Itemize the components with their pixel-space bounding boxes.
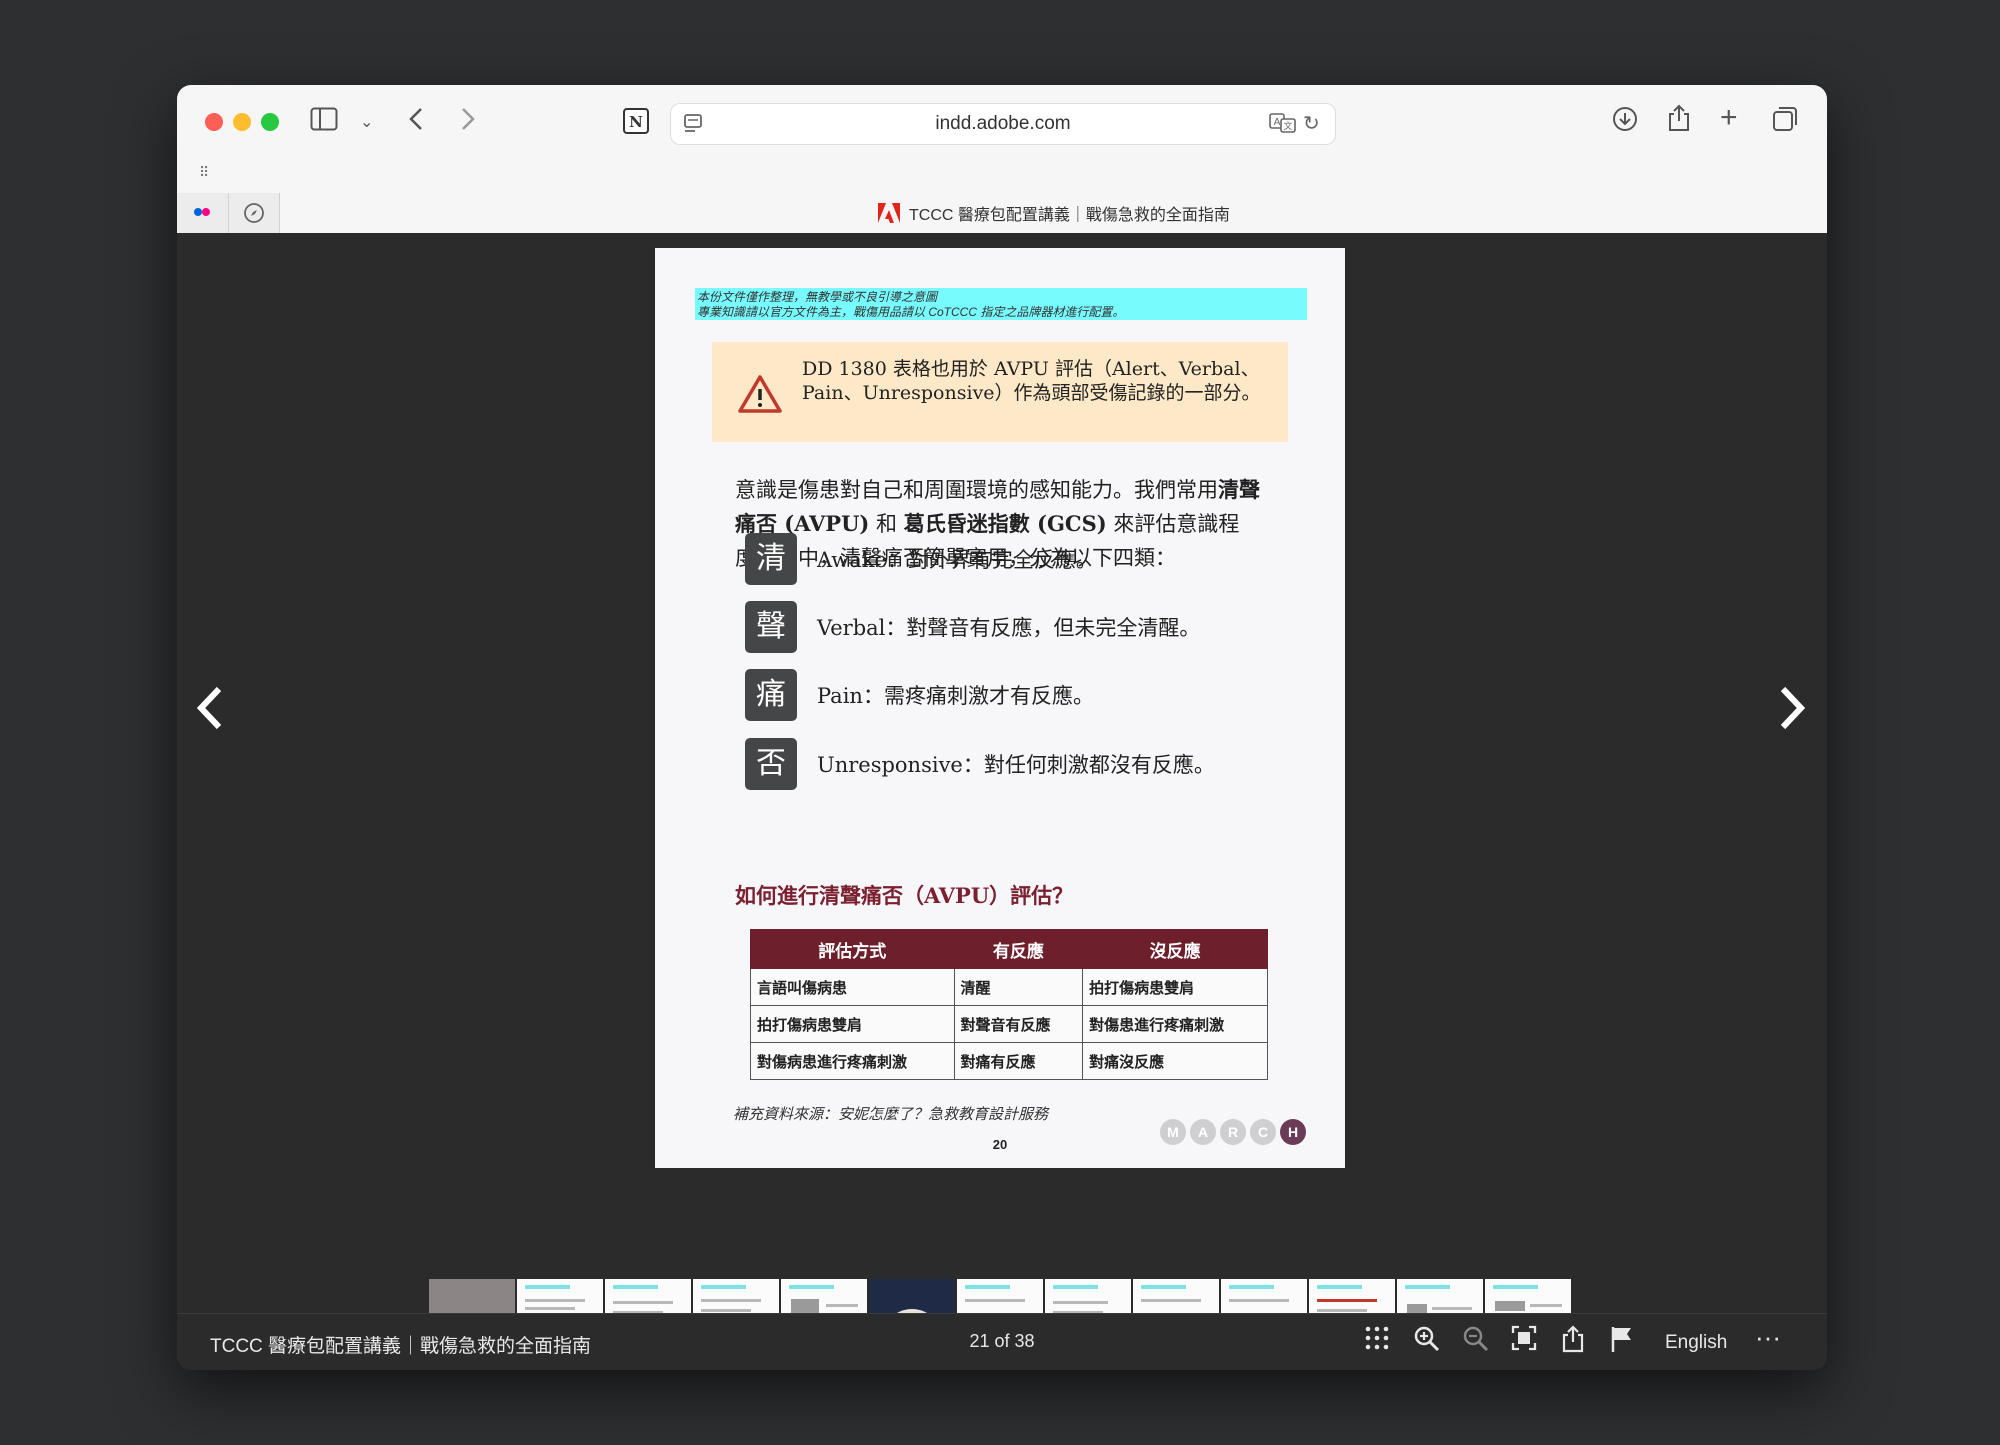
zoom-out-icon[interactable] [1462,1325,1490,1360]
table-cell: 對傷病患進行疼痛刺激 [750,1042,955,1080]
tabs-overview-icon[interactable] [1771,105,1799,139]
minimize-window-button[interactable] [233,113,251,131]
url-bar[interactable]: indd.adobe.com A文 ↻ [670,103,1336,145]
fullscreen-icon[interactable] [1511,1325,1537,1358]
avpu-table: 評估方式 有反應 沒反應 言語叫傷病患 清醒 拍打傷病患雙肩 拍打傷病患雙肩 對… [750,929,1268,1080]
zoom-in-icon[interactable] [1413,1325,1441,1360]
table-row: 拍打傷病患雙肩 對聲音有反應 對傷患進行疼痛刺激 [750,1005,1268,1043]
share-icon[interactable] [1666,103,1692,139]
table-cell: 對痛沒反應 [1082,1042,1268,1080]
language-selector[interactable]: English [1665,1332,1727,1354]
download-icon[interactable] [1611,105,1639,139]
sidebar-icon[interactable] [309,107,339,137]
tab-title-text: TCCC 醫療包配置講義｜戰傷急救的全面指南 [909,207,1230,224]
level-pain-icon: 痛 [745,669,797,721]
browser-toolbar: ⌄ N indd.adobe.com A文 ↻ + ⠿ TCCC 醫療包配置講義… [177,85,1827,234]
section-subheading: 如何進行清聲痛否（AVPU）評估？ [735,883,1074,908]
table-header: 有反應 [953,929,1084,969]
warning-icon [738,374,782,419]
document-viewer: 本份文件僅作整理，無教學或不良引導之意圖 專業知識請以官方文件為主，戰傷用品請以… [177,233,1827,1370]
table-cell: 對痛有反應 [953,1042,1084,1080]
level-verbal: 聲 Verbal：對聲音有反應，但未完全清醒。 [745,601,1285,653]
more-icon[interactable]: ··· [1755,1322,1781,1353]
chevron-down-icon[interactable]: ⌄ [360,108,373,138]
level-verbal-icon: 聲 [745,601,797,653]
table-cell: 對聲音有反應 [953,1005,1084,1043]
viewer-bottom-bar: TCCC 醫療包配置講義｜戰傷急救的全面指南 21 of 38 English … [177,1313,1827,1370]
flickr-icon[interactable] [192,205,212,224]
grid-view-icon[interactable] [1364,1325,1390,1358]
compass-icon[interactable] [243,202,265,229]
back-icon[interactable] [407,105,425,139]
level-unresponsive: 否 Unresponsive：對任何刺激都沒有反應。 [745,738,1285,790]
table-cell: 拍打傷病患雙肩 [750,1005,955,1043]
table-row: 對傷病患進行疼痛刺激 對痛有反應 對痛沒反應 [750,1042,1268,1080]
document-page: 本份文件僅作整理，無教學或不良引導之意圖 專業知識請以官方文件為主，戰傷用品請以… [655,248,1345,1168]
svg-text:A: A [1274,117,1281,128]
level-pain: 痛 Pain：需疼痛刺激才有反應。 [745,669,1285,721]
notion-icon[interactable]: N [622,107,650,141]
adobe-logo-icon [878,203,900,223]
active-tab[interactable]: TCCC 醫療包配置講義｜戰傷急救的全面指南 [877,201,1230,225]
disclaimer-banner: 本份文件僅作整理，無教學或不良引導之意圖 專業知識請以官方文件為主，戰傷用品請以… [695,288,1307,320]
close-window-button[interactable] [205,113,223,131]
forward-icon[interactable] [459,105,477,139]
level-awake-text: Awake：對外界有完全反應。 [817,548,1097,572]
pinned-tabs [177,193,280,233]
level-awake: 清 Awake：對外界有完全反應。 [745,533,1285,585]
url-text[interactable]: indd.adobe.com [671,113,1335,135]
level-awake-icon: 清 [745,533,797,585]
reload-icon[interactable]: ↻ [1303,111,1320,136]
table-cell: 拍打傷病患雙肩 [1082,968,1268,1006]
level-unresponsive-icon: 否 [745,738,797,790]
prev-page-icon[interactable] [195,683,225,743]
page-number: 20 [992,1137,1008,1152]
new-tab-icon[interactable]: + [1720,103,1738,133]
flag-icon[interactable] [1609,1325,1635,1360]
zoom-window-button[interactable] [261,113,279,131]
svg-text:文: 文 [1283,120,1292,132]
table-cell: 言語叫傷病患 [750,968,955,1006]
table-cell: 對傷患進行疼痛刺激 [1082,1005,1268,1043]
source-credit: 補充資料來源：安妮怎麼了？急救教育設計服務 [733,1106,1049,1123]
table-header: 沒反應 [1082,929,1268,969]
disclaimer-line-2: 專業知識請以官方文件為主，戰傷用品請以 CoTCCC 指定之品牌器材進行配置。 [697,305,1125,319]
table-cell: 清醒 [953,968,1084,1006]
table-header-row: 評估方式 有反應 沒反應 [750,929,1268,969]
next-page-icon[interactable] [1777,683,1807,743]
browser-window: ⌄ N indd.adobe.com A文 ↻ + ⠿ TCCC 醫療包配置講義… [177,85,1827,1370]
warning-text: DD 1380 表格也用於 AVPU 評估（Alert、Verbal、Pain、… [802,358,1261,404]
table-header: 評估方式 [750,929,955,969]
disclaimer-line-1: 本份文件僅作整理，無教學或不良引導之意圖 [697,290,938,304]
share-icon[interactable] [1560,1325,1586,1360]
level-pain-text: Pain：需疼痛刺激才有反應。 [817,684,1094,708]
translate-icon[interactable]: A文 [1269,112,1297,139]
level-unresponsive-text: Unresponsive：對任何刺激都沒有反應。 [817,753,1215,777]
grid-icon[interactable]: ⠿ [199,157,209,187]
level-verbal-text: Verbal：對聲音有反應，但未完全清醒。 [817,616,1201,640]
table-row: 言語叫傷病患 清醒 拍打傷病患雙肩 [750,968,1268,1006]
intro-text-1: 意識是傷患對自己和周圍環境的感知能力。我們常用 [735,478,1218,502]
svg-text:N: N [629,113,643,131]
warning-callout: DD 1380 表格也用於 AVPU 評估（Alert、Verbal、Pain、… [712,342,1288,442]
